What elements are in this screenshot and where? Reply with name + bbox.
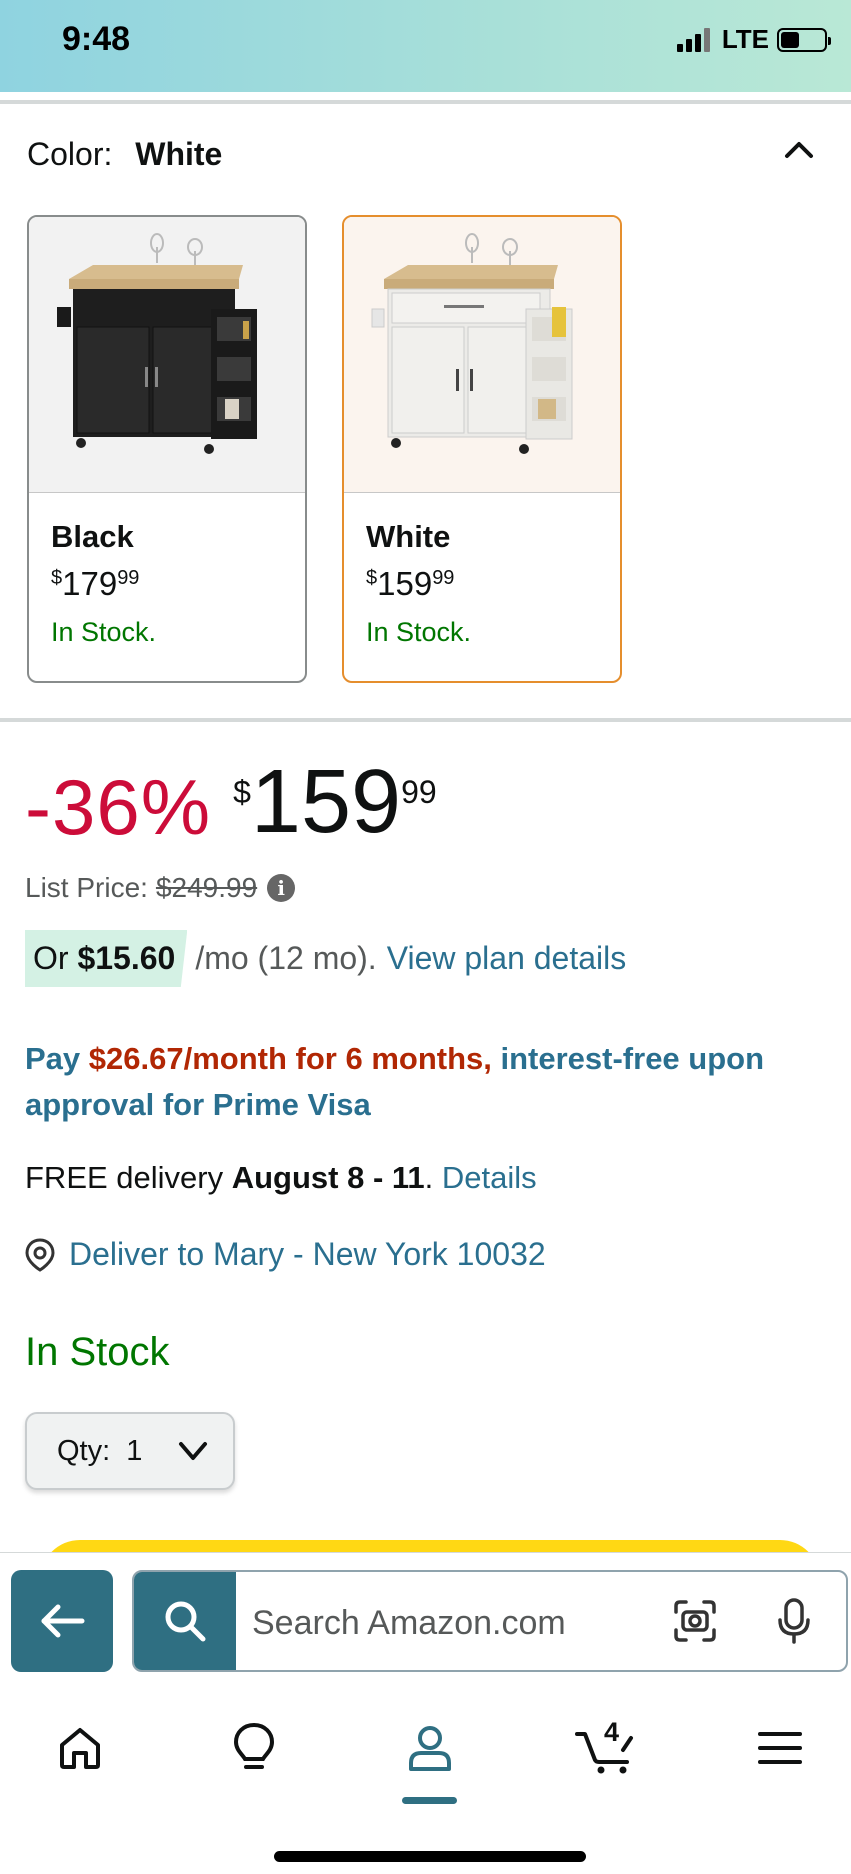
monthly-terms: /mo (12 mo).	[195, 940, 377, 976]
home-indicator	[274, 1851, 586, 1862]
cart-count-badge: 4	[604, 1717, 620, 1747]
divider	[0, 718, 851, 722]
search-button[interactable]	[134, 1572, 236, 1670]
search-input[interactable]: Search Amazon.com	[252, 1604, 566, 1643]
prime-visa-offer[interactable]: Pay $26.67/month for 6 months, interest-…	[25, 1036, 825, 1128]
microphone-icon[interactable]	[774, 1596, 814, 1646]
monthly-badge: Or $15.60	[25, 930, 188, 987]
divider	[0, 100, 851, 104]
swatch-stock: In Stock.	[51, 617, 157, 647]
swatch-price: $15999	[366, 565, 455, 602]
delivery-info: FREE delivery August 8 - 11. Details	[25, 1160, 537, 1195]
swatch-price: $17999	[51, 565, 140, 602]
menu-icon	[758, 1732, 802, 1764]
chevron-up-icon[interactable]	[781, 132, 817, 168]
deliver-to-link[interactable]: Deliver to Mary - New York 10032	[25, 1236, 546, 1273]
home-icon	[60, 1728, 100, 1769]
active-tab-indicator	[402, 1797, 457, 1804]
back-button[interactable]	[11, 1570, 113, 1672]
search-icon	[165, 1601, 206, 1642]
swatch-white[interactable]: White $15999 In Stock.	[342, 215, 622, 683]
price-block: -36% $ 159 99	[25, 752, 437, 853]
info-icon[interactable]: i	[267, 874, 296, 902]
battery-icon	[777, 27, 831, 52]
selected-color: White	[135, 136, 223, 172]
list-price: List Price: $249.99 i	[25, 872, 296, 904]
list-price-label: List Price:	[25, 872, 148, 903]
availability-status: In Stock	[25, 1330, 170, 1374]
status-time: 9:48	[62, 20, 131, 58]
camera-scan-icon[interactable]	[672, 1598, 718, 1644]
bottom-bar: Search Amazon.com 4	[0, 1553, 851, 1874]
quantity-select[interactable]: Qty: 1	[25, 1412, 235, 1490]
qty-label: Qty:	[57, 1434, 111, 1467]
monthly-payment: Or $15.60 /mo (12 mo). View plan details	[25, 930, 626, 987]
view-plan-details-link[interactable]: View plan details	[387, 940, 627, 977]
search-bar[interactable]: Search Amazon.com	[132, 1570, 848, 1672]
current-price: $ 159 99	[233, 752, 437, 852]
swatch-name: White	[366, 519, 451, 554]
list-price-value: $249.99	[155, 872, 258, 903]
product-image-white	[344, 217, 620, 493]
account-icon	[409, 1726, 451, 1771]
network-type: LTE	[721, 24, 769, 54]
delivery-details-link[interactable]: Details	[442, 1160, 537, 1195]
color-selector-header[interactable]: Color: White	[27, 136, 222, 173]
chevron-down-icon	[179, 1442, 207, 1460]
color-label: Color:	[27, 136, 113, 172]
signal-icon	[676, 27, 710, 52]
product-image-black	[29, 217, 305, 493]
arrow-left-icon	[41, 1604, 85, 1638]
location-pin-icon	[25, 1237, 55, 1272]
swatch-name: Black	[51, 519, 134, 554]
qty-value: 1	[126, 1434, 143, 1467]
swatch-black[interactable]: Black $17999 In Stock.	[27, 215, 307, 683]
lightbulb-icon	[233, 1722, 275, 1769]
status-bar: 9:48 LTE	[0, 0, 851, 92]
status-indicators: LTE	[676, 24, 831, 55]
swatch-stock: In Stock.	[366, 617, 472, 647]
delivery-dates: August 8 - 11	[231, 1160, 425, 1195]
nav-ideas[interactable]	[214, 1708, 294, 1788]
nav-menu[interactable]	[740, 1708, 820, 1788]
nav-account[interactable]	[390, 1708, 470, 1788]
bottom-nav	[0, 1708, 851, 1804]
nav-home[interactable]	[40, 1708, 120, 1788]
discount-percent: -36%	[25, 763, 212, 851]
